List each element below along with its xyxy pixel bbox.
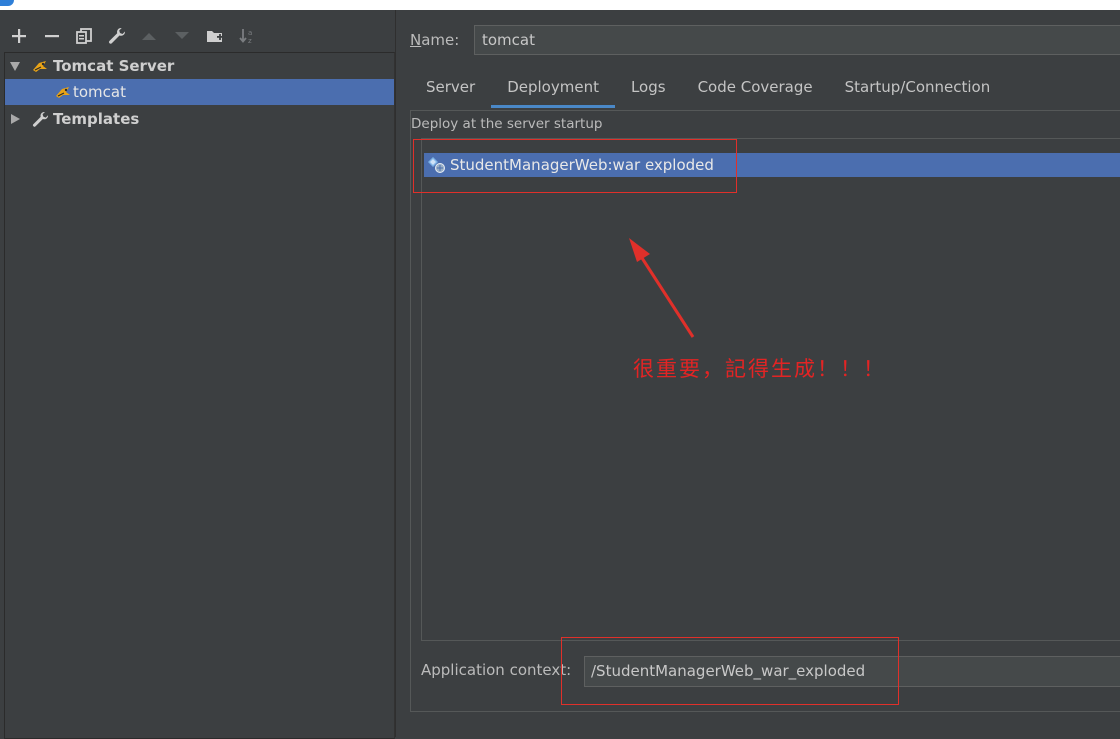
application-context-label: Application context: [421,661,572,679]
tab-code-coverage[interactable]: Code Coverage [682,72,829,108]
config-tabs: Server Deployment Logs Code Coverage Sta… [410,72,1006,108]
collapse-arrow-icon[interactable] [10,114,20,124]
remove-icon[interactable] [40,24,64,48]
tab-logs[interactable]: Logs [615,72,682,108]
app-logo-icon [0,0,14,6]
deploy-section-label: Deploy at the server startup [411,116,603,132]
highlight-box-context [561,637,899,705]
sort-icon[interactable]: az [235,24,259,48]
new-folder-icon[interactable] [203,24,227,48]
highlight-box-artifact [413,139,737,193]
tree-item-label: tomcat [73,83,126,101]
annotation-arrow-icon [629,238,695,338]
tree-item-tomcat[interactable]: tomcat [5,79,394,105]
svg-text:a: a [248,29,252,37]
tree-item-label: Tomcat Server [53,57,175,75]
tree-item-templates[interactable]: Templates [5,106,394,132]
tomcat-icon [31,57,49,75]
configurations-toolbar: az [0,24,395,50]
tab-server[interactable]: Server [410,72,491,108]
tab-startup-connection[interactable]: Startup/Connection [829,72,1007,108]
configurations-pane: az Tomcat Server tomcat Templates [0,10,395,739]
name-label: Name: [410,31,459,49]
wrench-icon [31,110,49,128]
deploy-artifact-list[interactable]: StudentManagerWeb:war exploded [421,138,1120,641]
move-up-icon[interactable] [137,24,161,48]
tab-deployment[interactable]: Deployment [491,72,615,108]
move-down-icon[interactable] [170,24,194,48]
title-bar [0,0,1120,10]
copy-icon[interactable] [72,24,96,48]
annotation-note: 很重要，記得生成！！！ [633,357,886,381]
name-input[interactable]: tomcat [474,25,1120,55]
configurations-tree: Tomcat Server tomcat Templates [4,52,395,739]
tree-item-tomcat-server[interactable]: Tomcat Server [5,53,394,79]
expand-arrow-icon[interactable] [10,61,20,71]
tomcat-config-icon [54,83,72,101]
name-label-text: ame: [421,31,460,49]
wrench-icon[interactable] [105,24,129,48]
svg-text:z: z [248,37,252,45]
add-icon[interactable] [7,24,31,48]
tree-item-label: Templates [53,110,140,128]
name-label-mnemonic: N [410,31,422,49]
